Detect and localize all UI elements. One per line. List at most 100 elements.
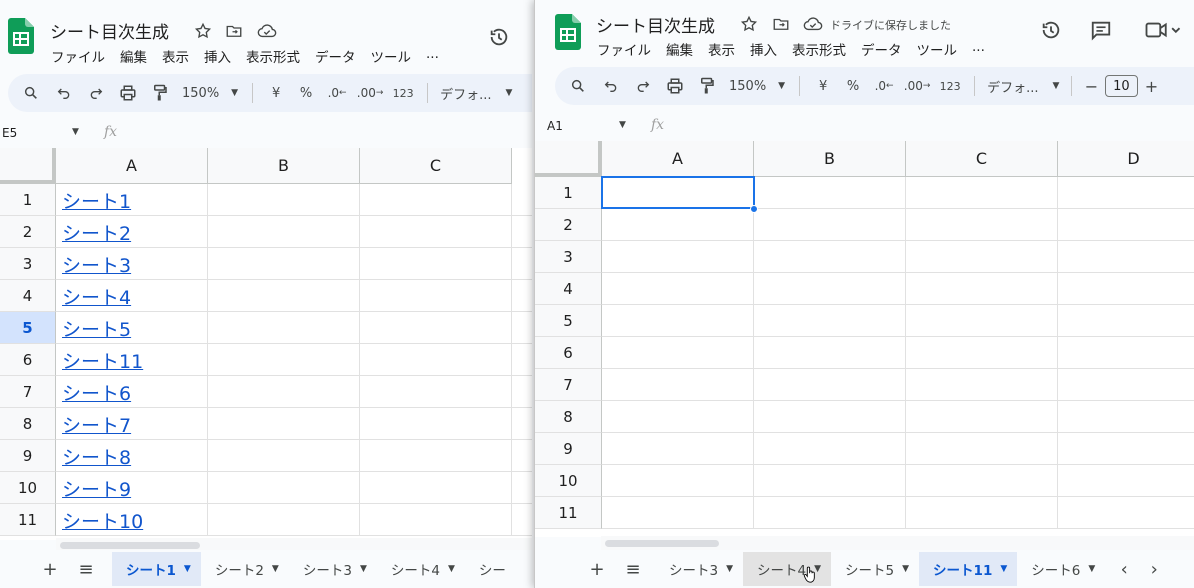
menu-edit[interactable]: 編集 <box>666 39 693 59</box>
folder-move-icon[interactable] <box>223 20 245 42</box>
add-sheet-icon[interactable]: + <box>579 553 615 585</box>
sheets-logo-icon[interactable] <box>8 18 34 54</box>
caret-down-icon[interactable]: ▼ <box>272 564 279 574</box>
cell[interactable] <box>512 184 532 216</box>
zoom-select[interactable]: 150% ▼ <box>176 79 244 107</box>
number-format-button[interactable]: 123 <box>387 79 419 107</box>
zoom-select[interactable]: 150% ▼ <box>723 72 791 100</box>
cell[interactable] <box>602 337 754 369</box>
paint-format-icon[interactable] <box>691 72 723 100</box>
row-header-3[interactable]: 3 <box>0 248 56 280</box>
font-select[interactable]: デフォ... ▼ <box>436 79 516 107</box>
menu-file[interactable]: ファイル <box>597 39 651 59</box>
cell[interactable] <box>360 216 512 248</box>
menu-view[interactable]: 表示 <box>708 39 735 59</box>
cell[interactable] <box>360 312 512 344</box>
print-icon[interactable] <box>112 79 144 107</box>
scroll-tabs-left-icon[interactable]: ‹ <box>1109 553 1139 585</box>
redo-icon[interactable] <box>627 72 659 100</box>
menu-tools[interactable]: ツール <box>371 46 412 66</box>
column-header-b[interactable]: B <box>208 148 360 184</box>
sheet-tab[interactable]: シート5 ▼ <box>831 552 919 586</box>
column-header-b[interactable]: B <box>754 141 906 177</box>
cell[interactable] <box>208 376 360 408</box>
decrease-decimal-button[interactable]: .0 ← <box>868 72 900 100</box>
cell[interactable] <box>602 209 754 241</box>
cell[interactable] <box>754 177 906 209</box>
menu-format[interactable]: 表示形式 <box>792 39 846 59</box>
active-cell-selection[interactable] <box>601 176 755 209</box>
column-header-a[interactable]: A <box>602 141 754 177</box>
sheet-link[interactable]: シート5 <box>56 312 208 344</box>
row-header-2[interactable]: 2 <box>0 216 56 248</box>
column-header-c[interactable]: C <box>906 141 1058 177</box>
caret-down-icon[interactable]: ▼ <box>184 564 191 574</box>
select-all-corner[interactable] <box>0 148 56 184</box>
cell[interactable] <box>602 305 754 337</box>
cell[interactable] <box>906 401 1058 433</box>
cell[interactable] <box>906 241 1058 273</box>
caret-down-icon[interactable]: ▼ <box>1088 564 1095 574</box>
cell[interactable] <box>602 241 754 273</box>
menu-view[interactable]: 表示 <box>162 46 189 66</box>
folder-move-icon[interactable] <box>770 13 792 35</box>
menu-file[interactable]: ファイル <box>51 46 105 66</box>
cell[interactable] <box>754 305 906 337</box>
sheet-tab[interactable]: シート11 ▼ <box>919 552 1018 586</box>
add-sheet-icon[interactable]: + <box>32 553 68 585</box>
column-header-c[interactable]: C <box>360 148 512 184</box>
saved-status[interactable]: ドライブに保存しました <box>830 17 951 33</box>
cell[interactable] <box>208 504 360 536</box>
cell[interactable] <box>906 305 1058 337</box>
cell[interactable] <box>906 337 1058 369</box>
currency-button[interactable]: ¥ <box>261 79 291 107</box>
sheet-tab[interactable]: シート6 ▼ <box>1017 552 1105 586</box>
star-icon[interactable] <box>738 13 760 35</box>
sheet-tab[interactable]: シート3 ▼ <box>289 552 377 586</box>
cell[interactable] <box>360 440 512 472</box>
search-icon[interactable] <box>14 79 48 107</box>
menu-more[interactable]: ... <box>972 39 985 59</box>
cell[interactable] <box>512 376 532 408</box>
scrollbar-thumb[interactable] <box>60 542 200 549</box>
cell[interactable] <box>1058 433 1194 465</box>
cell[interactable] <box>906 465 1058 497</box>
cell[interactable] <box>602 465 754 497</box>
cell[interactable] <box>360 504 512 536</box>
history-icon[interactable] <box>488 26 510 48</box>
cell[interactable] <box>360 472 512 504</box>
cell[interactable] <box>754 401 906 433</box>
row-header-11[interactable]: 11 <box>535 497 602 529</box>
increase-decimal-button[interactable]: .00 → <box>353 79 387 107</box>
sheet-link[interactable]: シート2 <box>56 216 208 248</box>
cell-grid[interactable]: A B C 1 シート1 2 シート2 3 シート3 4 シート4 5 シート5 6 シート11 7 シート6 8… <box>0 148 532 540</box>
cell[interactable] <box>360 408 512 440</box>
cloud-saved-icon[interactable] <box>256 20 278 42</box>
cell[interactable] <box>512 408 532 440</box>
cell[interactable] <box>360 344 512 376</box>
row-header-1[interactable]: 1 <box>0 184 56 216</box>
row-header-9[interactable]: 9 <box>0 440 56 472</box>
scroll-tabs-right-icon[interactable]: › <box>1139 553 1169 585</box>
row-header-8[interactable]: 8 <box>0 408 56 440</box>
row-header-2[interactable]: 2 <box>535 209 602 241</box>
cell[interactable] <box>512 312 532 344</box>
cell[interactable] <box>754 369 906 401</box>
cell[interactable] <box>602 433 754 465</box>
row-header-6[interactable]: 6 <box>0 344 56 376</box>
all-sheets-icon[interactable]: ≡ <box>68 553 104 585</box>
cell[interactable] <box>512 216 532 248</box>
percent-button[interactable]: % <box>838 72 868 100</box>
caret-down-icon[interactable]: ▼ <box>902 564 909 574</box>
row-header-7[interactable]: 7 <box>0 376 56 408</box>
cell[interactable] <box>512 280 532 312</box>
cell[interactable] <box>360 248 512 280</box>
cell[interactable] <box>1058 241 1194 273</box>
cell[interactable] <box>754 273 906 305</box>
cell[interactable] <box>602 273 754 305</box>
decrease-decimal-button[interactable]: .0 ← <box>321 79 353 107</box>
scrollbar-thumb[interactable] <box>605 540 719 547</box>
undo-icon[interactable] <box>595 72 627 100</box>
menu-more[interactable]: ... <box>426 46 439 66</box>
cell[interactable] <box>602 497 754 529</box>
